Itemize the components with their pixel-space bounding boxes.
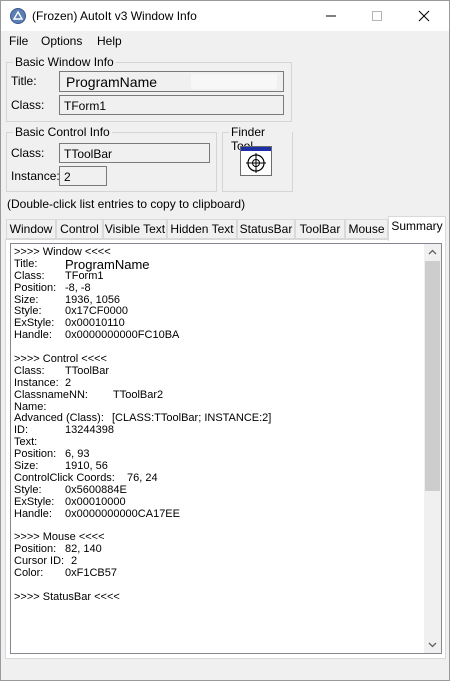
summary-line: Instance: 2	[14, 376, 424, 390]
summary-value: ProgramName	[65, 256, 150, 272]
summary-key: Title:	[14, 257, 38, 270]
clipboard-hint: (Double-click list entries to copy to cl…	[7, 197, 246, 211]
control-class-field[interactable]: TToolBar	[59, 143, 210, 163]
summary-panel: >>>> Window <<<< Title: ProgramName Class: T…	[5, 239, 446, 659]
control-class-label: Class:	[11, 146, 45, 160]
summary-value: TToolBar	[65, 364, 110, 377]
tab-visible-text[interactable]: Visible Text	[103, 219, 167, 239]
summary-key: Style:	[14, 483, 42, 496]
autoit-app-icon	[10, 8, 26, 24]
tab-window[interactable]: Window	[6, 219, 56, 239]
tab-toolbar[interactable]: ToolBar	[295, 219, 345, 239]
summary-value: 0x0000000000CA17EE	[65, 507, 180, 520]
close-button[interactable]	[401, 1, 447, 31]
summary-key: ExStyle:	[14, 495, 55, 508]
window-class-label: Class:	[11, 98, 45, 112]
summary-value: TToolBar2	[113, 388, 164, 401]
redaction-mark	[161, 263, 251, 277]
summary-key: Class:	[14, 269, 45, 282]
summary-key: Handle:	[14, 507, 52, 520]
summary-value: 0x5600884E	[65, 483, 127, 496]
summary-value: 0x0000000000FC10BA	[65, 329, 180, 342]
menu-bar: File Options Help	[1, 32, 449, 51]
summary-value: 2	[65, 376, 72, 389]
summary-value: 76, 24	[127, 471, 158, 484]
window-title-value: ProgramName	[66, 74, 158, 90]
summary-value: [CLASS:TToolBar; INSTANCE:2]	[112, 412, 272, 425]
summary-key: ClassnameNN:	[14, 388, 88, 401]
autoit-window-info-window: (Frozen) AutoIt v3 Window Info File Opti…	[0, 0, 450, 681]
menu-help[interactable]: Help	[97, 34, 122, 48]
summary-key: Handle:	[14, 329, 52, 342]
summary-value: -8, -8	[65, 281, 91, 294]
scroll-down-button[interactable]	[424, 636, 441, 653]
tab-statusbar[interactable]: StatusBar	[237, 219, 295, 239]
summary-line: ClassnameNN: TToolBar2	[14, 388, 424, 402]
vertical-scrollbar[interactable]	[424, 244, 441, 653]
menu-options[interactable]: Options	[41, 34, 82, 48]
summary-lines: >>>> Window <<<< Title: ProgramName Class: T…	[14, 246, 424, 604]
control-instance-label: Instance:	[11, 169, 60, 183]
window-title-label: Title:	[11, 74, 37, 88]
chevron-up-icon	[428, 249, 437, 255]
summary-key: Color:	[14, 567, 44, 580]
summary-key: >>>> StatusBar <<<<	[14, 590, 120, 603]
summary-line: ID: 13244398	[14, 424, 424, 437]
summary-value: TForm1	[65, 269, 104, 282]
tab-control[interactable]: Control	[56, 219, 103, 239]
minimize-button[interactable]	[308, 1, 354, 31]
tab-mouse[interactable]: Mouse	[345, 219, 388, 239]
close-icon	[418, 10, 430, 22]
summary-line: Color: 0xF1CB57	[14, 567, 424, 580]
summary-value: 0x00010000	[65, 495, 126, 508]
summary-value: 13244398	[65, 424, 114, 437]
control-instance-field[interactable]: 2	[59, 166, 107, 186]
summary-key: Instance:	[14, 376, 59, 389]
menu-file[interactable]: File	[9, 34, 28, 48]
summary-line: Position: -8, -8	[14, 281, 424, 295]
scroll-up-button[interactable]	[424, 244, 441, 261]
finder-tool-button[interactable]	[240, 146, 272, 176]
window-class-value: TForm1	[64, 99, 106, 113]
summary-value: 0xF1CB57	[65, 567, 117, 580]
control-instance-value: 2	[64, 170, 71, 184]
title-bar[interactable]: (Frozen) AutoIt v3 Window Info	[1, 1, 449, 31]
tab-summary[interactable]: Summary	[388, 216, 446, 241]
summary-line: ExStyle: 0x00010000	[14, 495, 424, 509]
window-class-field[interactable]: TForm1	[59, 95, 284, 115]
crosshair-target-icon	[241, 147, 271, 173]
summary-line: Style: 0x5600884E	[14, 483, 424, 497]
chevron-down-icon	[428, 642, 437, 648]
maximize-button[interactable]	[354, 1, 400, 31]
redaction-mark	[191, 74, 277, 89]
basic-control-info-label: Basic Control Info	[13, 125, 112, 139]
minimize-icon	[326, 15, 336, 17]
summary-line: >>>> StatusBar <<<<	[14, 590, 424, 604]
window-title: (Frozen) AutoIt v3 Window Info	[32, 9, 197, 23]
basic-window-info-label: Basic Window Info	[13, 55, 116, 69]
tab-hidden-text[interactable]: Hidden Text	[167, 219, 237, 239]
summary-line: Class: TToolBar	[14, 364, 424, 378]
summary-line: Handle: 0x0000000000CA17EE	[14, 507, 424, 521]
summary-line: Handle: 0x0000000000FC10BA	[14, 329, 424, 342]
summary-key: Position:	[14, 281, 57, 294]
scroll-thumb[interactable]	[425, 261, 440, 491]
summary-textbox[interactable]: >>>> Window <<<< Title: ProgramName Class: T…	[10, 243, 442, 654]
maximize-icon	[372, 11, 382, 21]
control-class-value: TToolBar	[64, 147, 113, 161]
